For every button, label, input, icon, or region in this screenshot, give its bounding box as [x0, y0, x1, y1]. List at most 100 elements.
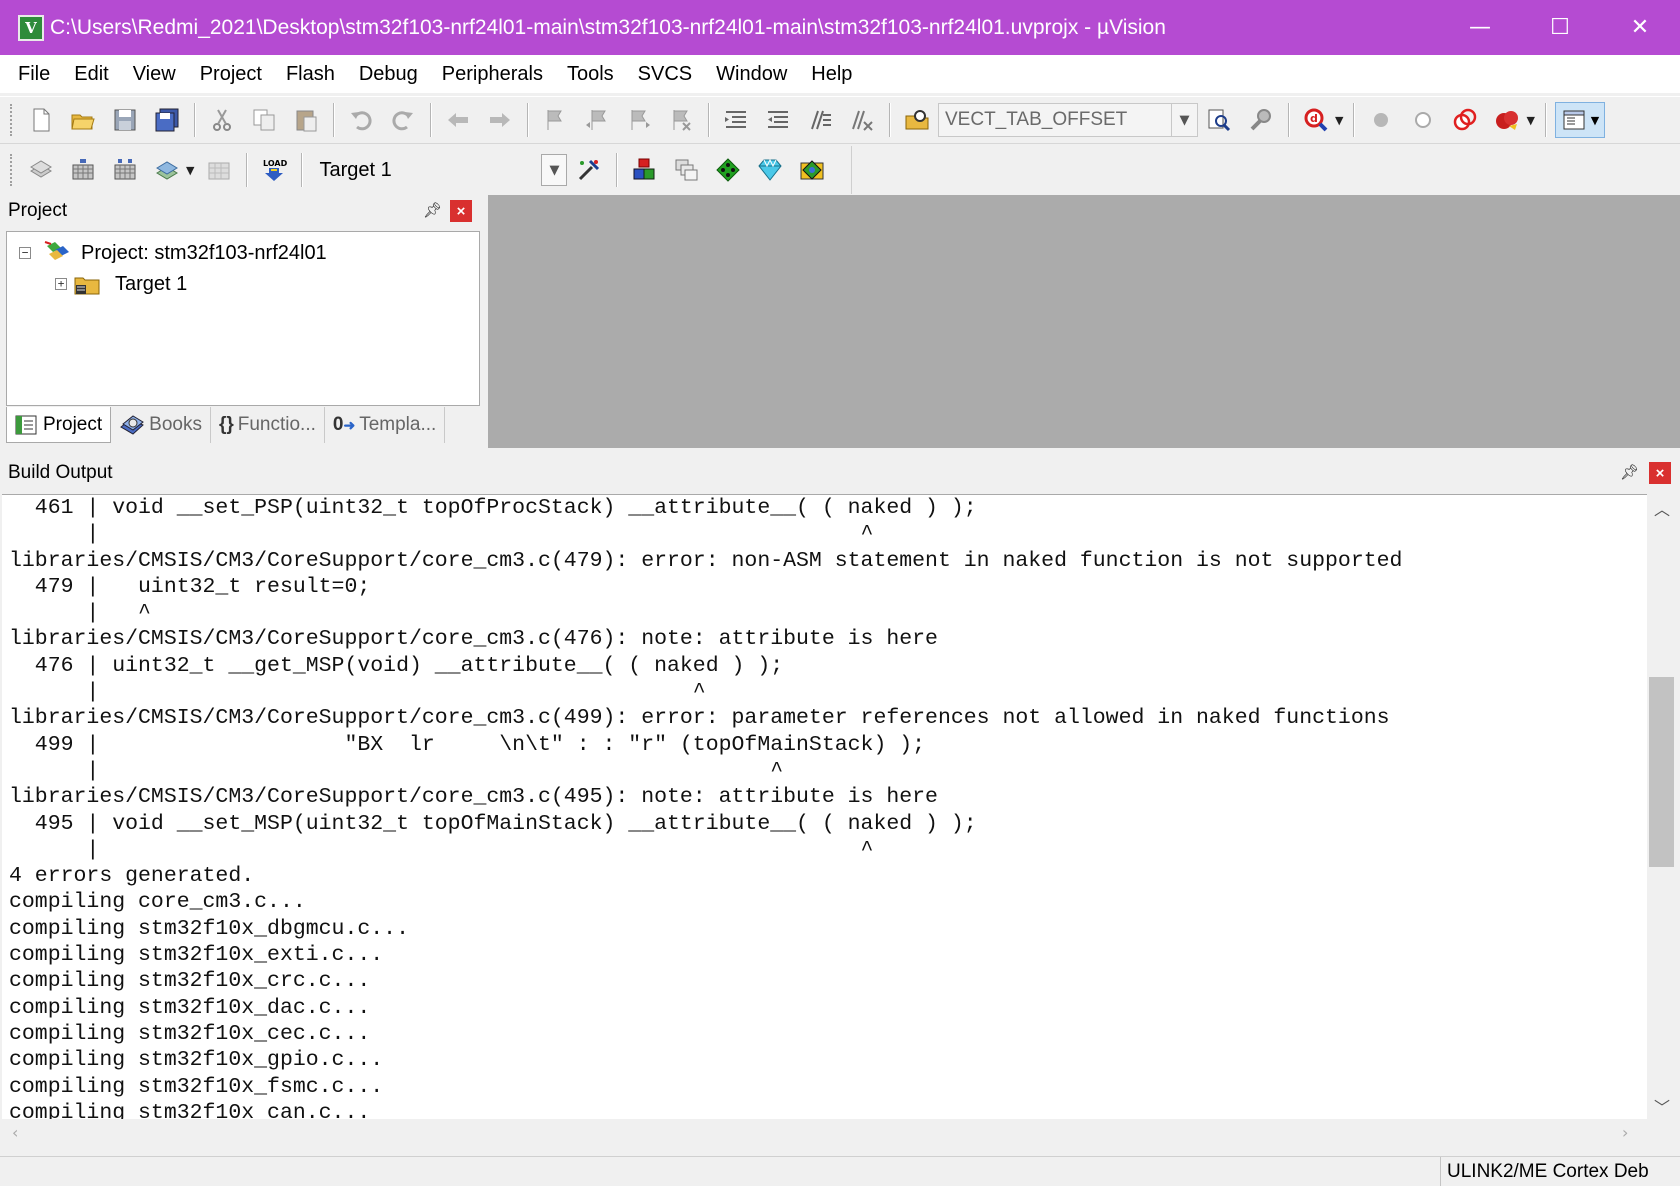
- bookmark-next-icon[interactable]: [621, 102, 657, 138]
- menu-svcs[interactable]: SVCS: [628, 63, 702, 86]
- chevron-down-icon[interactable]: ▼: [1335, 114, 1343, 127]
- tab-functions[interactable]: {} Functio...: [211, 407, 325, 443]
- pin-icon[interactable]: 📌︎: [423, 201, 442, 219]
- pin-icon[interactable]: 📌︎: [1620, 463, 1639, 481]
- batch-build-icon[interactable]: [149, 152, 185, 188]
- build-output-line: libraries/CMSIS/CM3/CoreSupport/core_cm3…: [9, 785, 938, 810]
- find-in-files-icon[interactable]: [899, 102, 935, 138]
- menu-flash[interactable]: Flash: [276, 63, 345, 86]
- target-combobox[interactable]: Target 1 ▼: [308, 153, 569, 187]
- debug-session-icon[interactable]: d: [1298, 102, 1334, 138]
- menu-file[interactable]: File: [8, 63, 60, 86]
- manage-project-items-icon[interactable]: [626, 152, 662, 188]
- find-combobox-value: VECT_TAB_OFFSET: [945, 109, 1128, 130]
- translate-icon[interactable]: [23, 152, 59, 188]
- breakpoint-kill-all-icon[interactable]: [1489, 102, 1525, 138]
- collapse-icon[interactable]: −: [19, 247, 31, 259]
- close-icon[interactable]: ×: [450, 200, 472, 222]
- save-icon[interactable]: [107, 102, 143, 138]
- templates-tab-glyph: 0: [332, 414, 344, 435]
- scrollbar-thumb[interactable]: [1649, 677, 1674, 867]
- menu-window[interactable]: Window: [706, 63, 797, 86]
- horizontal-scrollbar[interactable]: ‹ ›: [2, 1119, 1647, 1149]
- build-output-line: compiling stm32f10x_crc.c...: [9, 969, 371, 994]
- books-tab-icon: [119, 413, 145, 437]
- menu-peripherals[interactable]: Peripherals: [432, 63, 553, 86]
- options-for-target-icon[interactable]: [571, 152, 607, 188]
- rebuild-icon[interactable]: [107, 152, 143, 188]
- select-packs-icon[interactable]: [668, 152, 704, 188]
- uncomment-icon[interactable]: [844, 102, 880, 138]
- menu-view[interactable]: View: [123, 63, 186, 86]
- build-output-text[interactable]: 461 | void __set_PSP(uint32_t topOfProcS…: [2, 494, 1647, 1119]
- editor-area[interactable]: [488, 195, 1680, 448]
- minimize-button[interactable]: —: [1440, 0, 1520, 55]
- tab-templates[interactable]: 0 ➜ Templa...: [325, 407, 446, 443]
- build-output-line: | ^: [9, 758, 784, 783]
- tab-books[interactable]: Books: [111, 407, 211, 443]
- copy-icon[interactable]: [246, 102, 282, 138]
- menu-help[interactable]: Help: [801, 63, 862, 86]
- undo-icon[interactable]: [343, 102, 379, 138]
- chevron-down-icon[interactable]: ▼: [1171, 104, 1197, 136]
- menu-edit[interactable]: Edit: [64, 63, 118, 86]
- download-icon[interactable]: LOAD: [256, 152, 292, 188]
- build-output-line: compiling stm32f10x_dac.c...: [9, 995, 371, 1020]
- build-output-line: libraries/CMSIS/CM3/CoreSupport/core_cm3…: [9, 706, 1390, 731]
- expand-icon[interactable]: +: [55, 278, 67, 290]
- build-icon[interactable]: [65, 152, 101, 188]
- breakpoint-disable-icon[interactable]: [1405, 102, 1441, 138]
- open-folder-icon[interactable]: [65, 102, 101, 138]
- tree-item-target[interactable]: + Target 1: [55, 272, 187, 296]
- load-label: LOAD: [263, 159, 287, 168]
- close-icon[interactable]: ×: [1649, 462, 1671, 484]
- scroll-up-icon[interactable]: ︿: [1647, 496, 1677, 520]
- bookmark-clear-icon[interactable]: [663, 102, 699, 138]
- find-combobox[interactable]: VECT_TAB_OFFSET ▼: [938, 103, 1198, 137]
- navigate-forward-icon[interactable]: [482, 102, 518, 138]
- tab-label: Books: [149, 414, 202, 435]
- incremental-find-icon[interactable]: [1243, 102, 1279, 138]
- scroll-down-icon[interactable]: ﹀: [1647, 1094, 1677, 1118]
- paste-icon[interactable]: [288, 102, 324, 138]
- find-icon[interactable]: [1201, 102, 1237, 138]
- menu-tools[interactable]: Tools: [557, 63, 624, 86]
- toolbar-separator: [1353, 103, 1355, 137]
- tab-project[interactable]: Project: [6, 407, 112, 443]
- scroll-left-icon[interactable]: ‹: [12, 1123, 18, 1142]
- cut-icon[interactable]: [204, 102, 240, 138]
- pack-installer-icon[interactable]: [752, 152, 788, 188]
- chevron-down-icon[interactable]: ▼: [186, 164, 194, 177]
- window-layout-icon[interactable]: ▼: [1554, 102, 1605, 138]
- build-output-header: Build Output 📌︎ ×: [0, 456, 1680, 490]
- software-packs-icon[interactable]: [794, 152, 830, 188]
- manage-rte-icon[interactable]: [710, 152, 746, 188]
- bookmark-prev-icon[interactable]: [579, 102, 615, 138]
- toolbar-grip[interactable]: [10, 104, 14, 136]
- maximize-button[interactable]: ☐: [1520, 0, 1600, 55]
- navigate-back-icon[interactable]: [440, 102, 476, 138]
- tree-item-project[interactable]: − Project: stm32f103-nrf24l01: [19, 240, 327, 266]
- chevron-down-icon[interactable]: ▼: [1526, 114, 1534, 127]
- scroll-right-icon[interactable]: ›: [1622, 1123, 1628, 1142]
- bookmark-icon[interactable]: [537, 102, 573, 138]
- vertical-scrollbar[interactable]: ︿ ﹀: [1647, 494, 1677, 1119]
- toolbar-separator: [246, 153, 248, 187]
- redo-icon[interactable]: [385, 102, 421, 138]
- menu-debug[interactable]: Debug: [349, 63, 428, 86]
- comment-icon[interactable]: [802, 102, 838, 138]
- save-all-icon[interactable]: [149, 102, 185, 138]
- close-button[interactable]: ✕: [1600, 0, 1680, 55]
- toolbar-grip[interactable]: [10, 154, 14, 186]
- menu-project[interactable]: Project: [190, 63, 272, 86]
- unindent-icon[interactable]: [760, 102, 796, 138]
- chevron-down-icon[interactable]: ▼: [541, 154, 568, 186]
- build-output-line: compiling stm32f10x_cec.c...: [9, 1021, 371, 1046]
- build-output-line: libraries/CMSIS/CM3/CoreSupport/core_cm3…: [9, 627, 938, 652]
- project-panel: Project 📌︎ × − Project: stm32f103-nrf24l…: [0, 195, 483, 448]
- stop-build-icon[interactable]: [201, 152, 237, 188]
- breakpoint-disable-all-icon[interactable]: [1447, 102, 1483, 138]
- new-file-icon[interactable]: [23, 102, 59, 138]
- indent-icon[interactable]: [718, 102, 754, 138]
- breakpoint-icon[interactable]: [1363, 102, 1399, 138]
